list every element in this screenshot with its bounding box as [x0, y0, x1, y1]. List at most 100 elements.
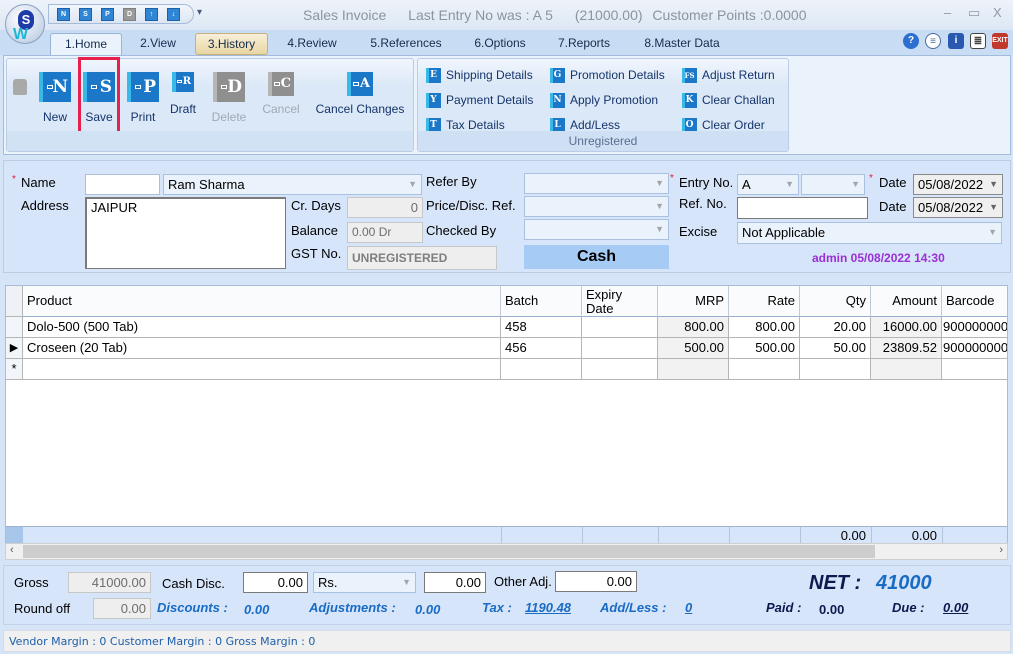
- cell-amount[interactable]: 23809.52: [871, 338, 942, 359]
- qat-move-down-icon[interactable]: ↓: [167, 8, 180, 21]
- cell-expiry[interactable]: [582, 338, 658, 359]
- shipping-details-button[interactable]: E Shipping Details: [426, 66, 533, 84]
- new-row-mrp-cell[interactable]: [658, 359, 729, 380]
- calculator-icon[interactable]: ≡: [925, 33, 941, 49]
- payment-mode-button[interactable]: Cash: [524, 245, 669, 269]
- price-ref-combo[interactable]: ▼: [524, 196, 669, 217]
- refer-by-combo[interactable]: ▼: [524, 173, 669, 194]
- cell-product[interactable]: Croseen (20 Tab): [23, 338, 501, 359]
- new-button[interactable]: N New: [37, 72, 73, 124]
- cancel-changes-button[interactable]: A Cancel Changes: [312, 64, 408, 116]
- excise-combo[interactable]: Not Applicable ▼: [737, 222, 1002, 244]
- qat-save-icon[interactable]: S: [79, 8, 92, 21]
- cell-product[interactable]: Dolo-500 (500 Tab): [23, 317, 501, 338]
- payment-details-button[interactable]: Y Payment Details: [426, 91, 533, 109]
- qat-print-icon[interactable]: P: [101, 8, 114, 21]
- tax-value-link[interactable]: 1190.48: [525, 600, 571, 615]
- adjust-return-button[interactable]: FS Adjust Return: [682, 66, 775, 84]
- tab-reports[interactable]: 7.Reports: [548, 33, 620, 55]
- column-header-product[interactable]: Product: [23, 286, 501, 317]
- cell-barcode[interactable]: 900000000: [942, 317, 1007, 338]
- new-row-marker-icon[interactable]: *: [6, 359, 23, 380]
- address-input[interactable]: JAIPUR: [85, 197, 286, 269]
- app-logo-button[interactable]: S W: [5, 4, 45, 44]
- exit-icon[interactable]: EXIT: [992, 33, 1008, 49]
- grid-corner[interactable]: [6, 286, 23, 317]
- new-row-batch-cell[interactable]: [501, 359, 582, 380]
- scroll-right-icon[interactable]: ›: [999, 544, 1003, 556]
- row-header[interactable]: [6, 317, 23, 338]
- tab-view[interactable]: 2.View: [128, 33, 188, 55]
- cell-expiry[interactable]: [582, 317, 658, 338]
- cell-barcode[interactable]: 900000000: [942, 338, 1007, 359]
- qat-new-icon[interactable]: N: [57, 8, 70, 21]
- chevron-down-icon: ▼: [655, 201, 664, 211]
- new-row-product-cell[interactable]: [23, 359, 501, 380]
- cell-amount[interactable]: 16000.00: [871, 317, 942, 338]
- grid-horizontal-scrollbar[interactable]: ‹ ›: [5, 543, 1008, 560]
- cash-disc-amount-input[interactable]: 0.00: [424, 572, 486, 593]
- add-less-value-link[interactable]: 0: [685, 600, 692, 615]
- cash-disc-label: Cash Disc.: [162, 576, 225, 591]
- cash-disc-input[interactable]: 0.00: [243, 572, 308, 593]
- column-header-mrp[interactable]: MRP: [658, 286, 729, 317]
- new-row-amount-cell[interactable]: [871, 359, 942, 380]
- scrollbar-thumb[interactable]: [23, 545, 875, 558]
- cell-qty[interactable]: 50.00: [800, 338, 871, 359]
- new-row-rate-cell[interactable]: [729, 359, 800, 380]
- tab-references[interactable]: 5.References: [360, 33, 452, 55]
- qat-customize-icon[interactable]: ▾: [197, 7, 202, 18]
- column-header-amount[interactable]: Amount: [871, 286, 942, 317]
- close-button[interactable]: X: [993, 5, 1002, 20]
- entry-number-combo[interactable]: ▼: [801, 174, 865, 195]
- apply-promotion-button[interactable]: N Apply Promotion: [550, 91, 658, 109]
- cash-disc-unit-combo[interactable]: Rs. ▼: [313, 572, 416, 593]
- tab-history[interactable]: 3.History: [195, 33, 268, 55]
- document-icon[interactable]: ≣: [970, 33, 986, 49]
- cell-rate[interactable]: 800.00: [729, 317, 800, 338]
- draft-button[interactable]: R Draft: [165, 64, 201, 116]
- cancel-button[interactable]: C Cancel: [259, 64, 303, 116]
- column-header-barcode[interactable]: Barcode: [942, 286, 1007, 317]
- print-button[interactable]: P Print: [125, 72, 161, 124]
- column-header-batch[interactable]: Batch: [501, 286, 582, 317]
- current-row-indicator-icon[interactable]: ▶: [6, 338, 23, 359]
- maximize-button[interactable]: ▭: [968, 5, 980, 21]
- entry-series-combo[interactable]: A ▼: [737, 174, 799, 195]
- ref-no-input[interactable]: [737, 197, 868, 219]
- promotion-details-button[interactable]: G Promotion Details: [550, 66, 665, 84]
- cell-mrp[interactable]: 800.00: [658, 317, 729, 338]
- column-header-expiry[interactable]: Expiry Date: [582, 286, 658, 317]
- cell-batch[interactable]: 458: [501, 317, 582, 338]
- invoice-date-picker[interactable]: 05/08/2022 ▼: [913, 174, 1003, 195]
- new-row-expiry-cell[interactable]: [582, 359, 658, 380]
- other-adj-input[interactable]: 0.00: [555, 571, 637, 592]
- help-icon[interactable]: ?: [903, 33, 919, 49]
- qat-delete-icon[interactable]: D: [123, 8, 136, 21]
- delete-button[interactable]: D Delete: [209, 72, 249, 124]
- checked-by-combo[interactable]: ▼: [524, 219, 669, 240]
- tab-options[interactable]: 6.Options: [464, 33, 536, 55]
- qat-move-up-icon[interactable]: ↑: [145, 8, 158, 21]
- column-header-qty[interactable]: Qty: [800, 286, 871, 317]
- customer-name-combo[interactable]: Ram Sharma ▼: [163, 174, 422, 195]
- clear-challan-button[interactable]: K Clear Challan: [682, 91, 775, 109]
- column-header-rate[interactable]: Rate: [729, 286, 800, 317]
- info-icon[interactable]: i: [948, 33, 964, 49]
- ref-date-picker[interactable]: 05/08/2022 ▼: [913, 197, 1003, 218]
- due-value-link[interactable]: 0.00: [943, 600, 968, 615]
- minimize-button[interactable]: –: [944, 5, 951, 20]
- cell-batch[interactable]: 456: [501, 338, 582, 359]
- tab-master-data[interactable]: 8.Master Data: [632, 33, 732, 55]
- cell-rate[interactable]: 500.00: [729, 338, 800, 359]
- name-label: Name: [21, 175, 56, 190]
- name-code-input[interactable]: [85, 174, 160, 195]
- tab-review[interactable]: 4.Review: [276, 33, 348, 55]
- new-row-barcode-cell[interactable]: [942, 359, 1007, 380]
- cell-mrp[interactable]: 500.00: [658, 338, 729, 359]
- scroll-left-icon[interactable]: ‹: [10, 544, 14, 556]
- lock-icon[interactable]: [13, 79, 27, 95]
- tab-home[interactable]: 1.Home: [50, 33, 122, 55]
- new-row-qty-cell[interactable]: [800, 359, 871, 380]
- cell-qty[interactable]: 20.00: [800, 317, 871, 338]
